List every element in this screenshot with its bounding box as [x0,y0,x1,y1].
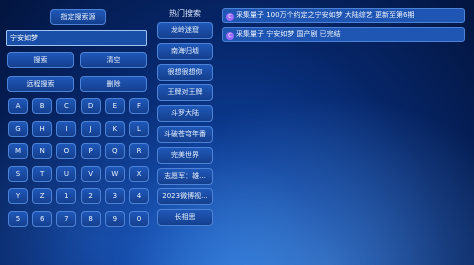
key-t[interactable]: T [32,165,53,182]
result-text: 采集量子 宁安如梦 国产剧 已完结 [236,30,341,38]
key-d[interactable]: D [80,98,101,114]
key-c[interactable]: C [56,98,77,114]
key-w[interactable]: W [104,165,125,182]
hot-search-item[interactable]: 长相思 [157,209,213,227]
source-icon: C [226,13,234,21]
hot-search-item[interactable]: 2023微博视... [157,188,213,206]
key-0[interactable]: 0 [129,210,149,227]
key-l[interactable]: L [129,120,149,137]
key-p[interactable]: P [80,143,101,159]
hot-search-item[interactable]: 完美世界 [157,146,213,164]
hot-search-item[interactable]: 龙岭迷窟 [157,22,213,39]
key-7[interactable]: 7 [56,210,77,227]
specify-source-button[interactable]: 指定搜索源 [50,9,106,25]
key-b[interactable]: B [32,98,53,114]
search-button[interactable]: 搜索 [7,52,74,68]
key-9[interactable]: 9 [104,210,125,227]
hot-search-item[interactable]: 王牌对王牌 [157,84,213,102]
key-4[interactable]: 4 [129,188,149,204]
key-z[interactable]: Z [32,188,53,204]
delete-button[interactable]: 删除 [80,76,147,92]
key-5[interactable]: 5 [8,210,28,227]
remote-search-button[interactable]: 远程搜索 [7,76,74,92]
key-u[interactable]: U [56,165,77,182]
key-2[interactable]: 2 [80,188,101,204]
key-f[interactable]: F [129,98,149,114]
source-icon: C [226,32,234,40]
hot-search-item[interactable]: 斗破苍穹年番 [157,126,213,143]
key-h[interactable]: H [32,120,53,137]
key-a[interactable]: A [8,98,28,114]
key-6[interactable]: 6 [32,210,53,227]
clear-button[interactable]: 清空 [80,52,147,68]
key-i[interactable]: I [56,120,77,137]
result-item[interactable]: C 采集量子 100万个约定之宁安如梦 大陆综艺 更新至第6期 [222,8,465,23]
result-text: 采集量子 100万个约定之宁安如梦 大陆综艺 更新至第6期 [236,11,415,19]
key-r[interactable]: R [129,143,149,159]
key-n[interactable]: N [32,143,53,159]
key-1[interactable]: 1 [56,188,77,204]
key-j[interactable]: J [80,120,101,137]
search-input[interactable]: 宁安如梦 [6,30,147,46]
key-k[interactable]: K [104,120,125,137]
hot-search-item[interactable]: 很想很想你 [157,63,213,81]
key-g[interactable]: G [8,120,28,137]
key-3[interactable]: 3 [104,188,125,204]
hot-search-title: 热门搜索 [169,9,201,18]
key-o[interactable]: O [56,143,77,159]
hot-search-item[interactable]: 志愿军：雄... [157,167,213,185]
key-m[interactable]: M [8,143,28,159]
key-q[interactable]: Q [104,143,125,159]
key-y[interactable]: Y [8,188,28,204]
hot-search-item[interactable]: 斗罗大陆 [157,105,213,123]
hot-search-item[interactable]: 南海归墟 [157,42,213,60]
result-item[interactable]: C 采集量子 宁安如梦 国产剧 已完结 [222,27,465,42]
key-v[interactable]: V [80,165,101,182]
key-s[interactable]: S [8,165,28,182]
key-x[interactable]: X [129,165,149,182]
key-e[interactable]: E [104,98,125,114]
key-8[interactable]: 8 [80,210,101,227]
